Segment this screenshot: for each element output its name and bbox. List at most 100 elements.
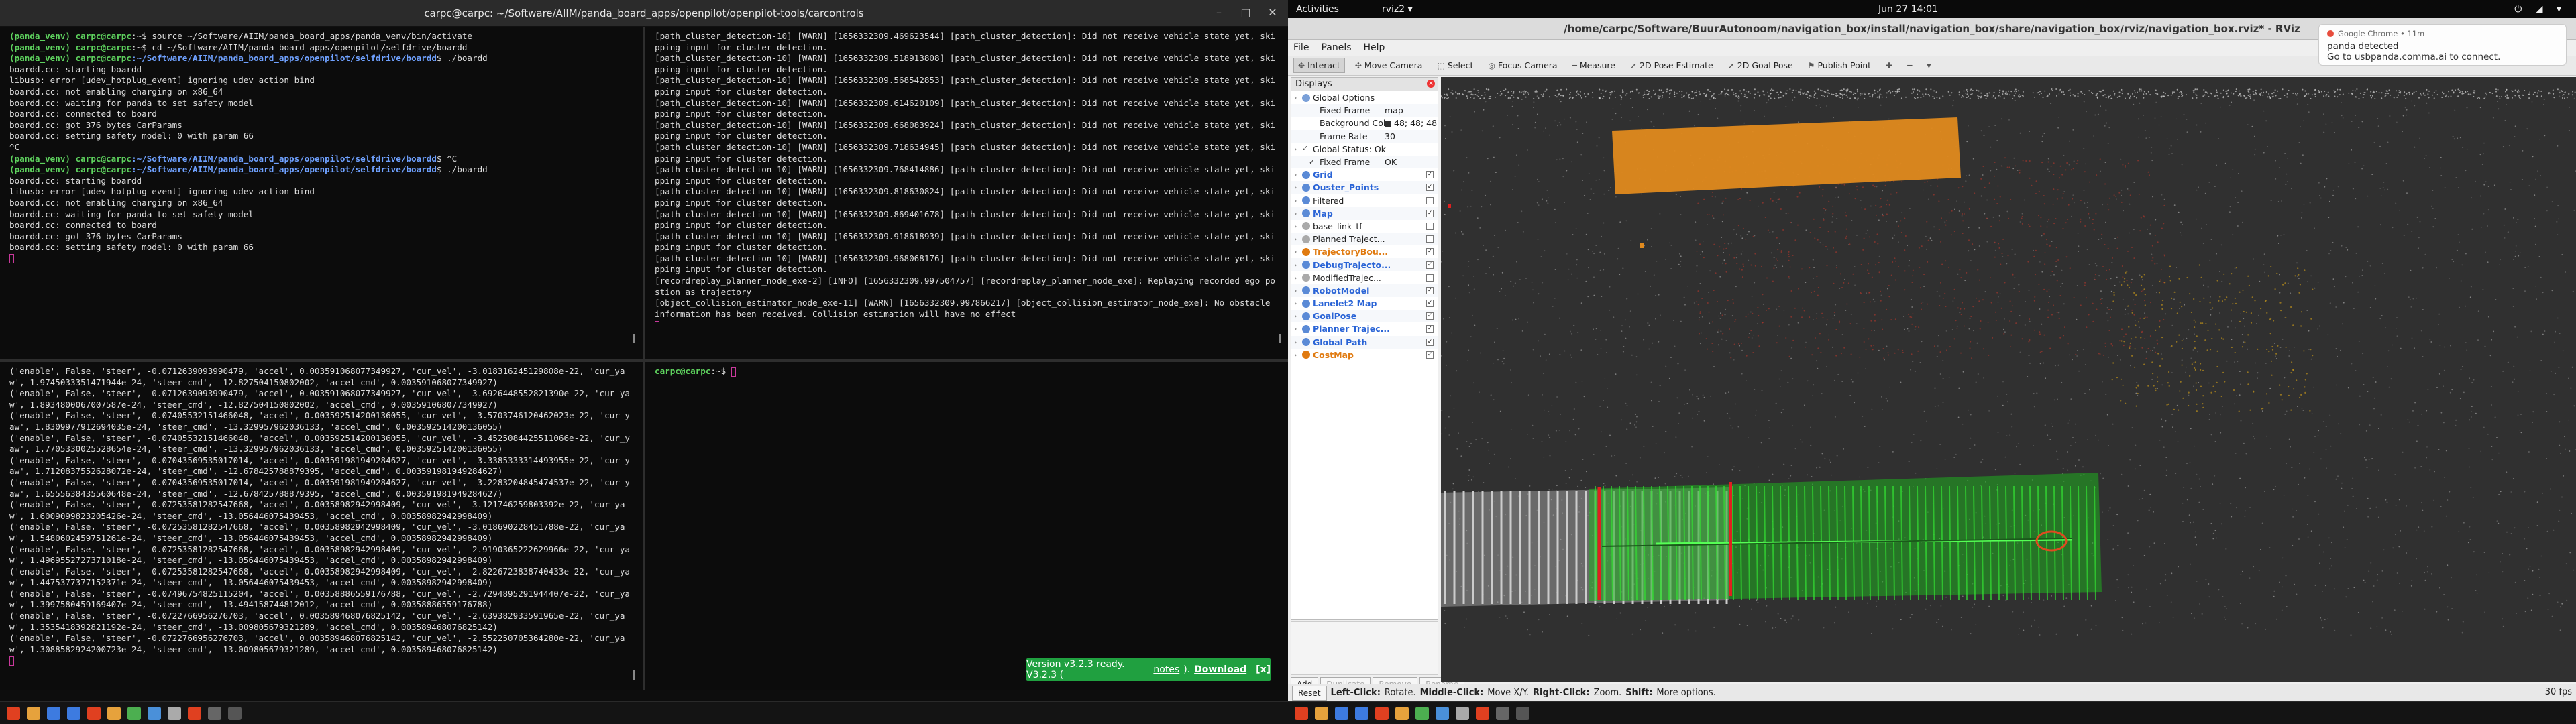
menu-panels[interactable]: Panels: [1321, 42, 1351, 53]
terminal-pane-top-left[interactable]: (panda_venv) carpc@carpc:~$ source ~/Sof…: [0, 27, 643, 359]
display-item[interactable]: › base_link_tf: [1291, 220, 1438, 233]
display-item[interactable]: › ✓ Global Status: Ok: [1291, 143, 1438, 156]
display-item[interactable]: Fixed Frame map: [1291, 104, 1438, 117]
display-item[interactable]: › TrajectoryBou... ✓: [1291, 245, 1438, 258]
display-enabled-checkbox[interactable]: ✓: [1426, 286, 1434, 294]
expand-arrow-icon[interactable]: ›: [1294, 209, 1299, 218]
display-item[interactable]: › RobotModel ✓: [1291, 284, 1438, 297]
display-item[interactable]: › Filtered: [1291, 194, 1438, 207]
display-value[interactable]: map: [1385, 105, 1438, 115]
expand-arrow-icon[interactable]: ›: [1294, 351, 1299, 359]
tool-focus-camera[interactable]: ◎ Focus Camera: [1483, 58, 1562, 73]
scrollbar[interactable]: [633, 670, 635, 680]
display-item[interactable]: › Global Options: [1291, 91, 1438, 104]
display-item[interactable]: › Lanelet2 Map ✓: [1291, 297, 1438, 310]
tool-2d-goal-pose[interactable]: ➚ 2D Goal Pose: [1723, 58, 1798, 73]
expand-arrow-icon[interactable]: ›: [1294, 235, 1299, 243]
taskbar-app-icon[interactable]: [1456, 707, 1469, 720]
tool-move-camera[interactable]: ✣ Move Camera: [1350, 58, 1428, 73]
expand-arrow-icon[interactable]: ›: [1294, 312, 1299, 320]
display-item[interactable]: › DebugTrajecto... ✓: [1291, 258, 1438, 272]
display-enabled-checkbox[interactable]: ✓: [1426, 300, 1434, 308]
expand-arrow-icon[interactable]: ›: [1294, 324, 1299, 333]
expand-arrow-icon[interactable]: ›: [1294, 286, 1299, 295]
app-menu[interactable]: rviz2 ▾: [1382, 4, 1413, 15]
taskbar-app-icon[interactable]: [1496, 707, 1509, 720]
expand-arrow-icon[interactable]: ›: [1294, 170, 1299, 179]
display-value[interactable]: 48; 48; 48: [1385, 118, 1438, 128]
display-enabled-checkbox[interactable]: ✓: [1426, 338, 1434, 346]
expand-arrow-icon[interactable]: ›: [1294, 338, 1299, 347]
display-item[interactable]: Background Color 48; 48; 48: [1291, 117, 1438, 129]
taskbar-app-icon[interactable]: [1436, 707, 1449, 720]
display-enabled-checkbox[interactable]: ✓: [1426, 184, 1434, 192]
display-item[interactable]: › Map ✓: [1291, 206, 1438, 220]
taskbar-app-icon[interactable]: [1516, 707, 1529, 720]
terminal-pane-bottom-right[interactable]: carpc@carpc:~$: [645, 362, 1288, 690]
display-item[interactable]: › CostMap ✓: [1291, 349, 1438, 361]
terminal-pane-bottom-left[interactable]: ('enable', False, 'steer', -0.0712639093…: [0, 362, 643, 690]
taskbar-app-icon[interactable]: [1295, 707, 1308, 720]
display-enabled-checkbox[interactable]: ✓: [1426, 171, 1434, 179]
display-enabled-checkbox[interactable]: ✓: [1426, 261, 1434, 269]
notification[interactable]: Google Chrome • 11m panda detected Go to…: [2318, 24, 2567, 66]
display-item[interactable]: › Planner Trajec... ✓: [1291, 322, 1438, 335]
tool-extra-8[interactable]: ✚: [1881, 58, 1897, 73]
system-tray-icons[interactable]: ⏻ ◢ ▾: [2514, 4, 2567, 15]
expand-arrow-icon[interactable]: ›: [1294, 93, 1299, 102]
menu-file[interactable]: File: [1293, 42, 1309, 53]
taskbar-app-icon[interactable]: [1395, 707, 1409, 720]
taskbar-app-icon[interactable]: [67, 707, 80, 720]
display-enabled-checkbox[interactable]: ✓: [1426, 209, 1434, 217]
display-enabled-checkbox[interactable]: ✓: [1426, 325, 1434, 333]
display-item[interactable]: › ModifiedTrajec...: [1291, 272, 1438, 284]
expand-arrow-icon[interactable]: ›: [1294, 183, 1299, 192]
tool-select[interactable]: ⬚ Select: [1432, 58, 1478, 73]
close-icon[interactable]: ✕: [1265, 5, 1280, 20]
display-enabled-checkbox[interactable]: [1426, 235, 1434, 243]
display-enabled-checkbox[interactable]: [1426, 196, 1434, 204]
taskbar-app-icon[interactable]: [1375, 707, 1389, 720]
display-enabled-checkbox[interactable]: [1426, 274, 1434, 282]
taskbar-app-icon[interactable]: [47, 707, 60, 720]
expand-arrow-icon[interactable]: ›: [1294, 247, 1299, 256]
pane-divider-vertical[interactable]: [643, 27, 645, 690]
terminal-titlebar[interactable]: carpc@carpc: ~/Software/AIIM/panda_board…: [0, 0, 1288, 27]
taskbar-app-icon[interactable]: [107, 707, 121, 720]
expand-arrow-icon[interactable]: ›: [1294, 274, 1299, 282]
taskbar-app-icon[interactable]: [1476, 707, 1489, 720]
pane-divider-horizontal[interactable]: [0, 359, 1288, 362]
taskbar-app-icon[interactable]: [1335, 707, 1348, 720]
terminal-pane-top-right[interactable]: [path_cluster_detection-10] [WARN] [1656…: [645, 27, 1288, 359]
update-download-link[interactable]: Download: [1194, 664, 1246, 675]
scrollbar[interactable]: [633, 334, 635, 343]
taskbar-app-icon[interactable]: [127, 707, 141, 720]
taskbar-app-icon[interactable]: [148, 707, 161, 720]
taskbar-app-icon[interactable]: [1315, 707, 1328, 720]
taskbar-app-icon[interactable]: [87, 707, 101, 720]
expand-arrow-icon[interactable]: ›: [1294, 261, 1299, 269]
tool-measure[interactable]: ━ Measure: [1568, 58, 1620, 73]
update-notes-link[interactable]: notes: [1153, 664, 1179, 675]
expand-arrow-icon[interactable]: ›: [1294, 222, 1299, 231]
scrollbar[interactable]: [1279, 334, 1281, 343]
taskbar-app-icon[interactable]: [7, 707, 20, 720]
display-enabled-checkbox[interactable]: ✓: [1426, 248, 1434, 256]
display-enabled-checkbox[interactable]: [1426, 222, 1434, 230]
display-item[interactable]: ✓ Fixed Frame OK: [1291, 155, 1438, 169]
taskbar-app-icon[interactable]: [1355, 707, 1368, 720]
taskbar-app-icon[interactable]: [1415, 707, 1429, 720]
taskbar-app-icon[interactable]: [188, 707, 201, 720]
taskbar-app-icon[interactable]: [168, 707, 181, 720]
activities-button[interactable]: Activities: [1296, 4, 1339, 15]
expand-arrow-icon[interactable]: ›: [1294, 145, 1299, 154]
taskbar-app-icon[interactable]: [27, 707, 40, 720]
display-item[interactable]: › Planned Traject...: [1291, 233, 1438, 246]
display-enabled-checkbox[interactable]: ✓: [1426, 312, 1434, 320]
display-item[interactable]: › Grid ✓: [1291, 168, 1438, 181]
display-item[interactable]: Frame Rate 30: [1291, 129, 1438, 143]
display-item[interactable]: › Ouster_Points ✓: [1291, 181, 1438, 194]
menu-help[interactable]: Help: [1364, 42, 1385, 53]
tool-extra-9[interactable]: ━: [1902, 58, 1917, 73]
display-item[interactable]: › GoalPose ✓: [1291, 310, 1438, 323]
